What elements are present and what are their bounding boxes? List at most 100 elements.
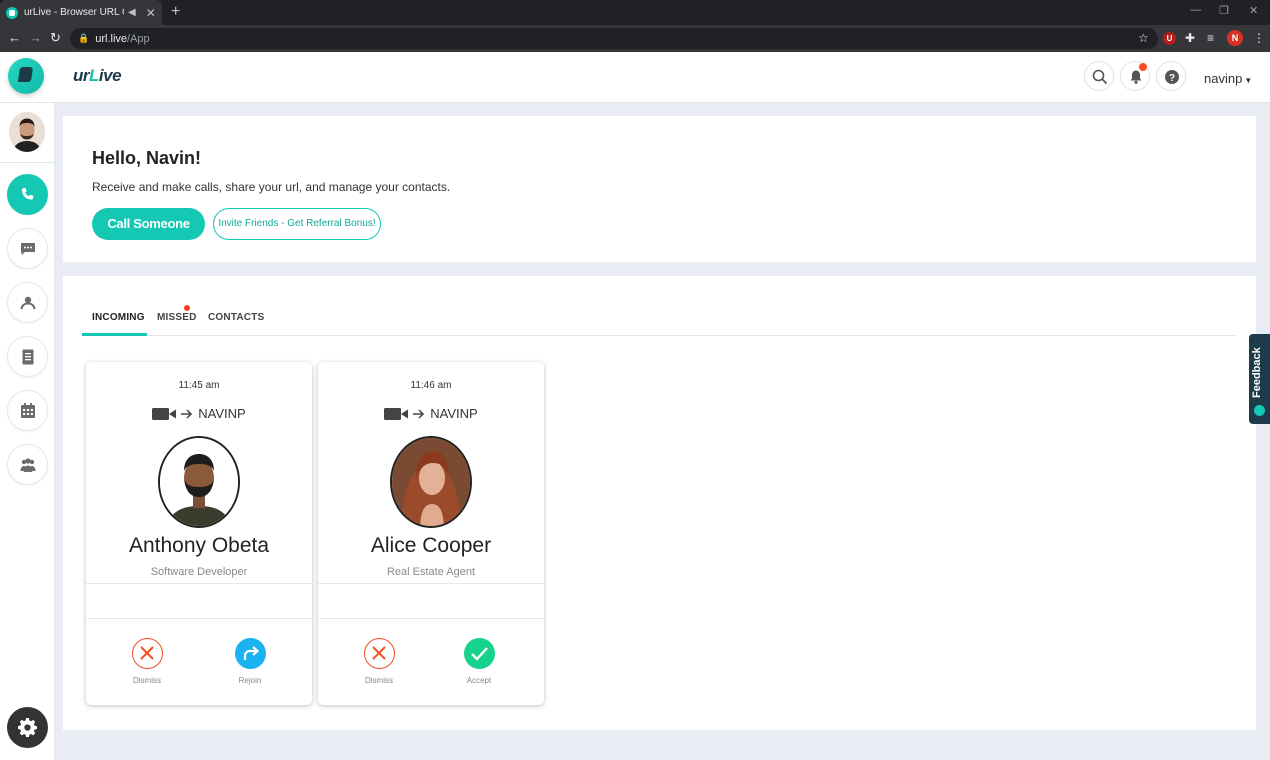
dismiss-label: Dismiss xyxy=(365,676,393,685)
group-icon xyxy=(20,458,36,472)
video-camera-icon xyxy=(152,407,193,420)
caller-name: Anthony Obeta xyxy=(128,534,270,557)
minimize-icon[interactable]: — xyxy=(1190,4,1201,16)
close-tab-icon[interactable]: ✕ xyxy=(146,6,156,20)
settings-button[interactable] xyxy=(7,707,48,748)
sidebar-divider xyxy=(0,162,55,163)
active-tab-underline xyxy=(82,333,147,336)
address-bar[interactable]: 🔒 url.live /App xyxy=(70,28,1158,49)
call-route: NAVINP xyxy=(318,406,544,421)
feedback-label: Feedback xyxy=(1251,347,1263,398)
call-route-target: NAVINP xyxy=(430,406,478,421)
chat-icon xyxy=(21,243,35,255)
lock-icon: 🔒 xyxy=(78,33,90,43)
profile-avatar[interactable]: N xyxy=(1227,30,1243,46)
call-route-target: NAVINP xyxy=(198,406,246,421)
welcome-panel: Hello, Navin! Receive and make calls, sh… xyxy=(63,116,1256,262)
bell-icon xyxy=(1130,70,1142,84)
feedback-tab[interactable]: Feedback xyxy=(1249,334,1270,424)
notification-dot xyxy=(1139,63,1147,71)
reload-icon[interactable]: ↻ xyxy=(50,30,61,46)
dismiss-button[interactable]: Dismiss xyxy=(349,638,409,685)
dismiss-icon[interactable] xyxy=(363,638,395,669)
dismiss-button[interactable]: Dismiss xyxy=(117,638,177,685)
sidebar xyxy=(0,103,55,760)
tab-missed[interactable]: MISSED xyxy=(157,312,197,323)
rejoin-label: Rejoin xyxy=(238,676,262,685)
call-someone-button[interactable]: Call Someone xyxy=(92,208,205,240)
sidebar-item-documents[interactable] xyxy=(7,336,48,377)
welcome-subtitle: Receive and make calls, share your url, … xyxy=(92,180,451,194)
close-icon xyxy=(371,646,386,660)
calls-panel: INCOMING MISSED CONTACTS 11:45 am NAVINP xyxy=(63,276,1256,730)
restore-icon[interactable]: ❐ xyxy=(1219,4,1229,17)
tab-incoming[interactable]: INCOMING xyxy=(92,312,145,323)
browser-menu-icon[interactable]: ⋮ xyxy=(1253,31,1265,45)
feedback-icon xyxy=(1254,405,1265,416)
back-icon[interactable]: ← xyxy=(8,30,21,45)
svg-text:?: ? xyxy=(1169,73,1175,84)
new-tab-icon[interactable]: + xyxy=(171,3,180,21)
rejoin-button[interactable]: Rejoin xyxy=(220,638,280,685)
document-icon xyxy=(22,349,34,365)
help-button[interactable]: ? xyxy=(1156,61,1186,91)
card-divider xyxy=(318,583,544,584)
speaker-icon[interactable]: ◀︎ xyxy=(128,7,136,18)
username-label: navinp xyxy=(1204,71,1243,86)
rejoin-icon[interactable] xyxy=(234,638,266,669)
tab-contacts[interactable]: CONTACTS xyxy=(208,312,264,323)
call-tabs: INCOMING MISSED CONTACTS xyxy=(82,303,1236,336)
checkmark-icon xyxy=(470,647,488,661)
accept-label: Accept xyxy=(466,676,492,685)
caller-photo-icon xyxy=(392,438,470,526)
sidebar-item-calls[interactable] xyxy=(7,174,48,215)
app-header: urLive ? navinp ▼ xyxy=(0,52,1270,103)
browser-tab-title: urLive - Browser URL Calling xyxy=(24,7,124,18)
reading-list-icon[interactable]: ≡ xyxy=(1207,31,1214,45)
sidebar-item-calendar[interactable] xyxy=(7,390,48,431)
caller-role: Software Developer xyxy=(150,566,248,578)
call-time: 11:46 am xyxy=(410,380,452,391)
star-icon[interactable]: ☆ xyxy=(1138,31,1149,45)
user-menu[interactable]: navinp ▼ xyxy=(1204,71,1252,86)
brand-logo[interactable]: urLive xyxy=(73,66,122,86)
browser-tabbar: urLive - Browser URL Calling ◀︎ ✕ + — ❐ … xyxy=(0,0,1270,25)
user-avatar[interactable] xyxy=(9,112,45,152)
sidebar-item-messages[interactable] xyxy=(7,228,48,269)
brand-text-l: L xyxy=(89,66,99,85)
page-title: Hello, Navin! xyxy=(92,148,202,168)
urlive-logo-icon[interactable] xyxy=(8,58,44,94)
accept-icon[interactable] xyxy=(463,638,495,669)
dismiss-label: Dismiss xyxy=(133,676,161,685)
browser-tab[interactable]: urLive - Browser URL Calling ◀︎ ✕ xyxy=(0,0,162,25)
missed-indicator-dot xyxy=(184,305,190,311)
call-card: 11:45 am NAVINP Anthony Obeta Software D… xyxy=(86,362,312,705)
card-divider xyxy=(318,618,544,619)
invite-friends-button[interactable]: Invite Friends - Get Referral Bonus! xyxy=(213,208,381,240)
forward-arrow-icon xyxy=(243,646,259,660)
card-divider xyxy=(86,618,312,619)
window-close-icon[interactable]: ✕ xyxy=(1249,4,1258,17)
dismiss-icon[interactable] xyxy=(131,638,163,669)
caller-avatar xyxy=(390,436,472,528)
sidebar-item-contacts[interactable] xyxy=(7,282,48,323)
brand-text-prefix: ur xyxy=(73,66,90,85)
settings-icon xyxy=(18,718,37,737)
extensions-puzzle-icon[interactable]: ✚ xyxy=(1185,31,1195,45)
video-camera-icon xyxy=(384,407,425,420)
notifications-button[interactable] xyxy=(1120,61,1150,91)
accept-button[interactable]: Accept xyxy=(449,638,509,685)
chevron-down-icon: ▼ xyxy=(1244,76,1253,85)
card-divider xyxy=(86,583,312,584)
help-icon: ? xyxy=(1165,70,1179,84)
search-button[interactable] xyxy=(1084,61,1114,91)
user-photo-icon xyxy=(9,112,45,152)
url-host: url.live xyxy=(95,32,128,45)
ublock-extension-icon[interactable]: U xyxy=(1163,32,1176,45)
url-path: /App xyxy=(127,32,150,45)
forward-icon[interactable]: → xyxy=(29,30,42,45)
call-route: NAVINP xyxy=(86,406,312,421)
sidebar-item-groups[interactable] xyxy=(7,444,48,485)
contact-icon xyxy=(20,296,36,310)
call-card: 11:46 am NAVINP Alice Cooper Real Estate… xyxy=(318,362,544,705)
